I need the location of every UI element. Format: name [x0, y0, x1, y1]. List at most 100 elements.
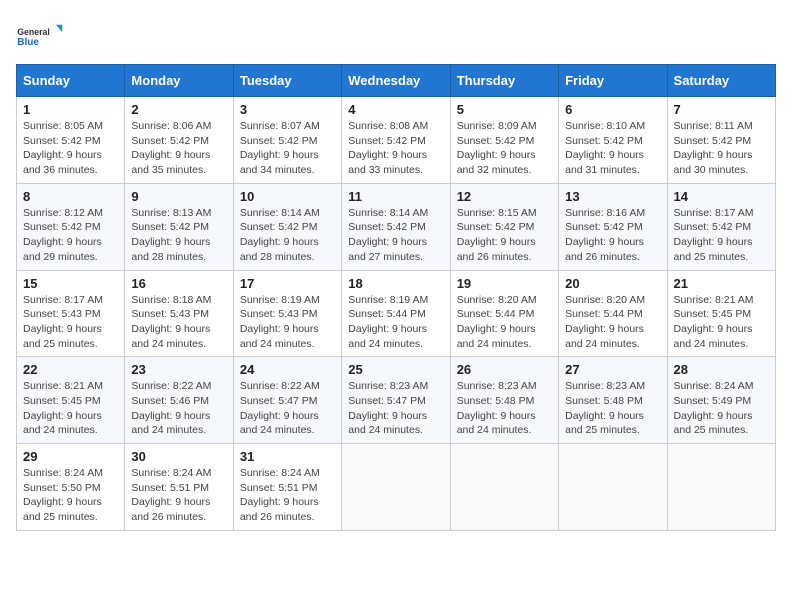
day-detail: Sunrise: 8:11 AM Sunset: 5:42 PM Dayligh…	[674, 119, 769, 178]
day-detail: Sunrise: 8:13 AM Sunset: 5:42 PM Dayligh…	[131, 206, 226, 265]
day-number: 5	[457, 102, 552, 117]
calendar-cell: 7 Sunrise: 8:11 AM Sunset: 5:42 PM Dayli…	[667, 97, 775, 184]
day-number: 14	[674, 189, 769, 204]
calendar-week-row: 15 Sunrise: 8:17 AM Sunset: 5:43 PM Dayl…	[17, 270, 776, 357]
day-number: 21	[674, 276, 769, 291]
calendar-cell: 4 Sunrise: 8:08 AM Sunset: 5:42 PM Dayli…	[342, 97, 450, 184]
day-number: 23	[131, 362, 226, 377]
calendar-cell	[450, 444, 558, 531]
calendar-cell: 2 Sunrise: 8:06 AM Sunset: 5:42 PM Dayli…	[125, 97, 233, 184]
day-detail: Sunrise: 8:16 AM Sunset: 5:42 PM Dayligh…	[565, 206, 660, 265]
day-number: 25	[348, 362, 443, 377]
day-detail: Sunrise: 8:06 AM Sunset: 5:42 PM Dayligh…	[131, 119, 226, 178]
day-number: 16	[131, 276, 226, 291]
day-number: 19	[457, 276, 552, 291]
day-detail: Sunrise: 8:24 AM Sunset: 5:50 PM Dayligh…	[23, 466, 118, 525]
calendar-cell: 23 Sunrise: 8:22 AM Sunset: 5:46 PM Dayl…	[125, 357, 233, 444]
calendar-cell: 29 Sunrise: 8:24 AM Sunset: 5:50 PM Dayl…	[17, 444, 125, 531]
calendar-cell: 3 Sunrise: 8:07 AM Sunset: 5:42 PM Dayli…	[233, 97, 341, 184]
calendar-cell: 13 Sunrise: 8:16 AM Sunset: 5:42 PM Dayl…	[559, 183, 667, 270]
logo: General Blue	[16, 16, 66, 56]
calendar-cell: 15 Sunrise: 8:17 AM Sunset: 5:43 PM Dayl…	[17, 270, 125, 357]
day-detail: Sunrise: 8:10 AM Sunset: 5:42 PM Dayligh…	[565, 119, 660, 178]
svg-text:General: General	[17, 27, 50, 37]
column-header-monday: Monday	[125, 65, 233, 97]
calendar-table: SundayMondayTuesdayWednesdayThursdayFrid…	[16, 64, 776, 531]
svg-text:Blue: Blue	[17, 37, 39, 48]
day-number: 28	[674, 362, 769, 377]
calendar-cell: 12 Sunrise: 8:15 AM Sunset: 5:42 PM Dayl…	[450, 183, 558, 270]
column-header-thursday: Thursday	[450, 65, 558, 97]
calendar-cell: 17 Sunrise: 8:19 AM Sunset: 5:43 PM Dayl…	[233, 270, 341, 357]
day-number: 31	[240, 449, 335, 464]
day-number: 30	[131, 449, 226, 464]
column-header-friday: Friday	[559, 65, 667, 97]
day-detail: Sunrise: 8:14 AM Sunset: 5:42 PM Dayligh…	[348, 206, 443, 265]
calendar-cell: 8 Sunrise: 8:12 AM Sunset: 5:42 PM Dayli…	[17, 183, 125, 270]
day-number: 29	[23, 449, 118, 464]
calendar-cell: 6 Sunrise: 8:10 AM Sunset: 5:42 PM Dayli…	[559, 97, 667, 184]
day-detail: Sunrise: 8:17 AM Sunset: 5:42 PM Dayligh…	[674, 206, 769, 265]
day-detail: Sunrise: 8:15 AM Sunset: 5:42 PM Dayligh…	[457, 206, 552, 265]
calendar-body: 1 Sunrise: 8:05 AM Sunset: 5:42 PM Dayli…	[17, 97, 776, 531]
day-number: 15	[23, 276, 118, 291]
day-detail: Sunrise: 8:09 AM Sunset: 5:42 PM Dayligh…	[457, 119, 552, 178]
calendar-week-row: 8 Sunrise: 8:12 AM Sunset: 5:42 PM Dayli…	[17, 183, 776, 270]
calendar-cell: 11 Sunrise: 8:14 AM Sunset: 5:42 PM Dayl…	[342, 183, 450, 270]
day-detail: Sunrise: 8:21 AM Sunset: 5:45 PM Dayligh…	[23, 379, 118, 438]
day-number: 26	[457, 362, 552, 377]
day-detail: Sunrise: 8:12 AM Sunset: 5:42 PM Dayligh…	[23, 206, 118, 265]
day-detail: Sunrise: 8:20 AM Sunset: 5:44 PM Dayligh…	[565, 293, 660, 352]
day-number: 10	[240, 189, 335, 204]
day-detail: Sunrise: 8:19 AM Sunset: 5:43 PM Dayligh…	[240, 293, 335, 352]
day-number: 24	[240, 362, 335, 377]
calendar-header: SundayMondayTuesdayWednesdayThursdayFrid…	[17, 65, 776, 97]
day-number: 1	[23, 102, 118, 117]
calendar-cell: 5 Sunrise: 8:09 AM Sunset: 5:42 PM Dayli…	[450, 97, 558, 184]
day-number: 3	[240, 102, 335, 117]
day-number: 12	[457, 189, 552, 204]
day-detail: Sunrise: 8:08 AM Sunset: 5:42 PM Dayligh…	[348, 119, 443, 178]
day-number: 13	[565, 189, 660, 204]
calendar-cell: 20 Sunrise: 8:20 AM Sunset: 5:44 PM Dayl…	[559, 270, 667, 357]
calendar-cell: 22 Sunrise: 8:21 AM Sunset: 5:45 PM Dayl…	[17, 357, 125, 444]
day-detail: Sunrise: 8:23 AM Sunset: 5:48 PM Dayligh…	[565, 379, 660, 438]
calendar-cell: 24 Sunrise: 8:22 AM Sunset: 5:47 PM Dayl…	[233, 357, 341, 444]
day-detail: Sunrise: 8:22 AM Sunset: 5:46 PM Dayligh…	[131, 379, 226, 438]
day-number: 20	[565, 276, 660, 291]
calendar-cell: 27 Sunrise: 8:23 AM Sunset: 5:48 PM Dayl…	[559, 357, 667, 444]
day-detail: Sunrise: 8:24 AM Sunset: 5:51 PM Dayligh…	[131, 466, 226, 525]
calendar-cell: 28 Sunrise: 8:24 AM Sunset: 5:49 PM Dayl…	[667, 357, 775, 444]
day-number: 11	[348, 189, 443, 204]
day-detail: Sunrise: 8:23 AM Sunset: 5:47 PM Dayligh…	[348, 379, 443, 438]
column-header-saturday: Saturday	[667, 65, 775, 97]
day-number: 9	[131, 189, 226, 204]
calendar-cell: 18 Sunrise: 8:19 AM Sunset: 5:44 PM Dayl…	[342, 270, 450, 357]
day-detail: Sunrise: 8:20 AM Sunset: 5:44 PM Dayligh…	[457, 293, 552, 352]
day-number: 2	[131, 102, 226, 117]
calendar-cell: 19 Sunrise: 8:20 AM Sunset: 5:44 PM Dayl…	[450, 270, 558, 357]
day-number: 6	[565, 102, 660, 117]
calendar-cell: 14 Sunrise: 8:17 AM Sunset: 5:42 PM Dayl…	[667, 183, 775, 270]
day-detail: Sunrise: 8:23 AM Sunset: 5:48 PM Dayligh…	[457, 379, 552, 438]
calendar-week-row: 29 Sunrise: 8:24 AM Sunset: 5:50 PM Dayl…	[17, 444, 776, 531]
day-detail: Sunrise: 8:17 AM Sunset: 5:43 PM Dayligh…	[23, 293, 118, 352]
day-detail: Sunrise: 8:22 AM Sunset: 5:47 PM Dayligh…	[240, 379, 335, 438]
day-detail: Sunrise: 8:21 AM Sunset: 5:45 PM Dayligh…	[674, 293, 769, 352]
calendar-week-row: 1 Sunrise: 8:05 AM Sunset: 5:42 PM Dayli…	[17, 97, 776, 184]
day-detail: Sunrise: 8:24 AM Sunset: 5:51 PM Dayligh…	[240, 466, 335, 525]
calendar-cell: 9 Sunrise: 8:13 AM Sunset: 5:42 PM Dayli…	[125, 183, 233, 270]
calendar-cell	[559, 444, 667, 531]
day-number: 8	[23, 189, 118, 204]
day-number: 22	[23, 362, 118, 377]
day-number: 27	[565, 362, 660, 377]
calendar-cell: 21 Sunrise: 8:21 AM Sunset: 5:45 PM Dayl…	[667, 270, 775, 357]
day-detail: Sunrise: 8:24 AM Sunset: 5:49 PM Dayligh…	[674, 379, 769, 438]
calendar-cell: 16 Sunrise: 8:18 AM Sunset: 5:43 PM Dayl…	[125, 270, 233, 357]
calendar-cell	[342, 444, 450, 531]
column-header-wednesday: Wednesday	[342, 65, 450, 97]
calendar-week-row: 22 Sunrise: 8:21 AM Sunset: 5:45 PM Dayl…	[17, 357, 776, 444]
day-number: 18	[348, 276, 443, 291]
day-detail: Sunrise: 8:05 AM Sunset: 5:42 PM Dayligh…	[23, 119, 118, 178]
calendar-cell: 30 Sunrise: 8:24 AM Sunset: 5:51 PM Dayl…	[125, 444, 233, 531]
